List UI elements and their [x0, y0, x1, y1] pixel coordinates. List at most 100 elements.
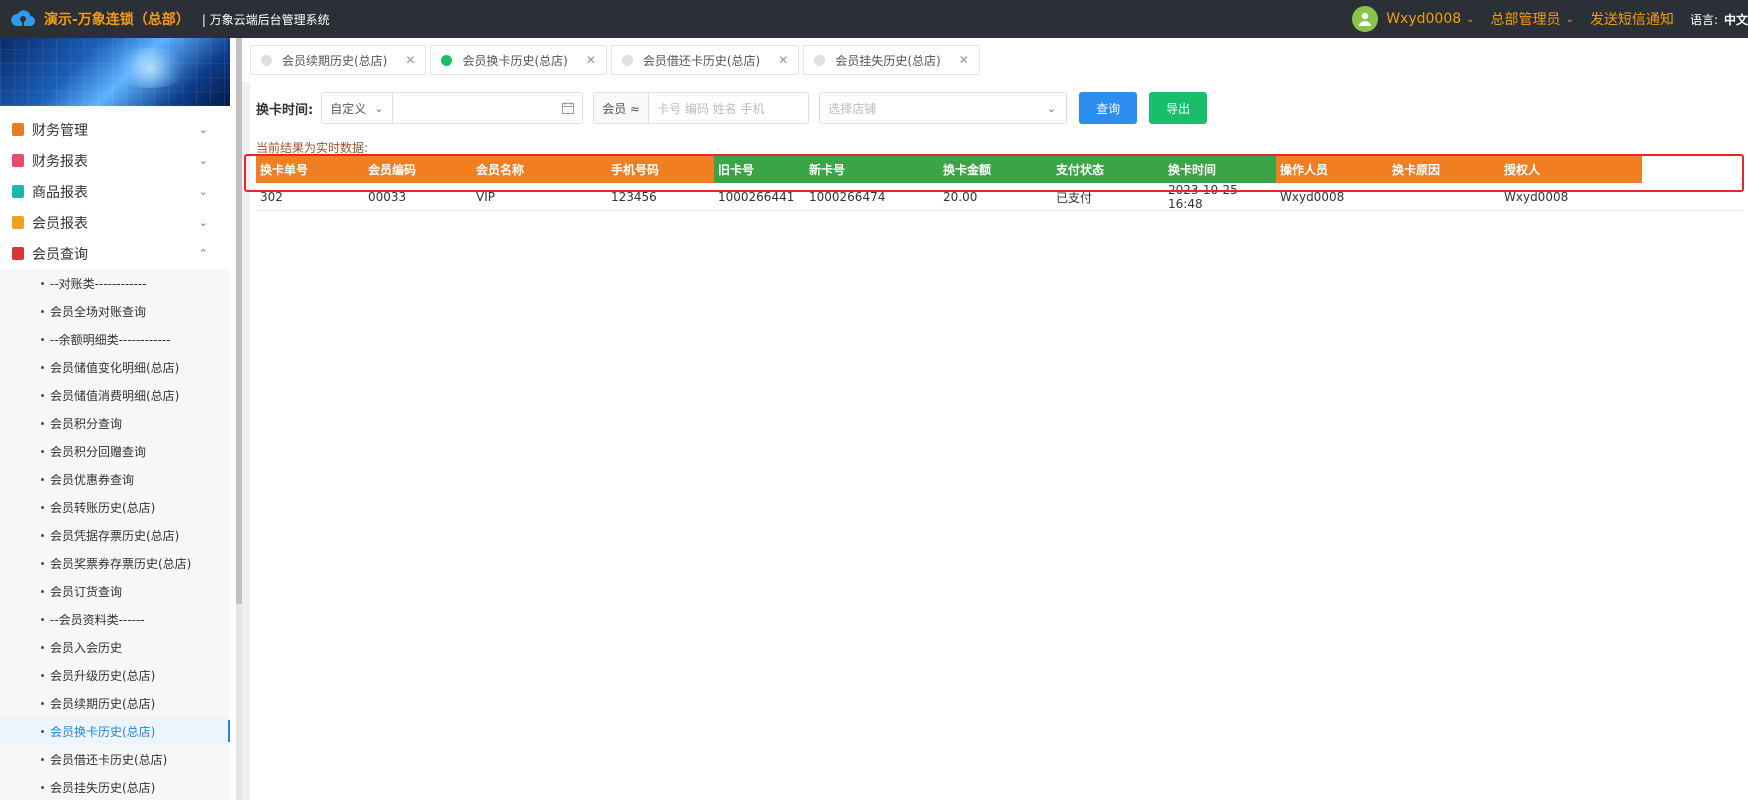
sidebar-subitem-label: 会员升级历史(总店) — [50, 668, 156, 683]
sidebar-subitem-label: 会员优惠券查询 — [50, 472, 135, 487]
menu-group-icon — [12, 123, 24, 136]
user-menu[interactable]: Wxyd0008 ⌄ — [1386, 11, 1474, 27]
sidebar-subitem[interactable]: --余额明细类------------ — [0, 325, 230, 353]
sidebar-subitem[interactable]: 会员升级历史(总店) — [0, 661, 230, 689]
sidebar-subitem-label: 会员订货查询 — [50, 584, 123, 599]
table-cell: 20.00 — [943, 190, 978, 204]
column-header[interactable]: 旧卡号 — [714, 155, 805, 183]
sidebar-subitem[interactable]: 会员积分查询 — [0, 409, 230, 437]
date-range-input[interactable] — [393, 92, 584, 124]
sidebar-group[interactable]: 会员查询 ⌃ — [0, 238, 230, 269]
range-type-select[interactable]: 自定义 ⌄ — [321, 92, 394, 124]
cloud-logo-icon — [8, 4, 38, 34]
user-avatar-icon[interactable] — [1352, 6, 1379, 32]
member-match-select[interactable]: 会员 ≈ — [593, 92, 650, 124]
realtime-notice: 当前结果为实时数据: — [256, 141, 369, 155]
column-header[interactable]: 换卡原因 — [1388, 155, 1500, 183]
table-row[interactable]: 302 00033 VIP 123456 1000266441 1000266474 20.… — [256, 183, 1742, 211]
export-button[interactable]: 导出 — [1149, 92, 1208, 124]
column-header[interactable]: 支付状态 — [1052, 155, 1164, 183]
column-header[interactable]: 新卡号 — [805, 155, 939, 183]
sidebar-subitem[interactable]: 会员入会历史 — [0, 633, 230, 661]
table-body: 302 00033 VIP 123456 1000266441 1000266474 20.… — [256, 183, 1742, 211]
sidebar-subitem-label: 会员积分回赠查询 — [50, 444, 147, 459]
chevron-down-icon: ⌄ — [374, 101, 384, 115]
column-header[interactable]: 会员编码 — [364, 155, 472, 183]
column-header[interactable]: 会员名称 — [472, 155, 607, 183]
top-bar: 演示-万象连锁（总部） | 万象云端后台管理系统 Wxyd0008 ⌄ 总部管理… — [0, 0, 1748, 38]
sidebar-subitem[interactable]: 会员积分回赠查询 — [0, 437, 230, 465]
member-search-placeholder: 卡号 编码 姓名 手机 — [657, 101, 765, 116]
menu-group-icon — [12, 247, 24, 260]
filter-label: 换卡时间: — [256, 102, 314, 118]
sidebar-subitem-label: 会员奖票券存票历史(总店) — [50, 556, 192, 571]
sidebar-subitem-label: --对账类------------ — [50, 276, 147, 291]
column-header[interactable]: 换卡金额 — [939, 155, 1052, 183]
chevron-up-icon: ⌃ — [198, 247, 208, 260]
tab-bar: 会员续期历史(总店) ✕ 会员换卡历史(总店) ✕ 会员借还卡历史(总店) ✕ 会员挂失历史… — [242, 38, 1748, 82]
sidebar-scrollbar[interactable] — [236, 38, 242, 800]
sidebar-subitem[interactable]: 会员优惠券查询 — [0, 465, 230, 493]
column-header[interactable]: 授权人 — [1500, 155, 1642, 183]
tab-label: 会员借还卡历史(总店) — [642, 53, 761, 68]
role-menu[interactable]: 总部管理员 ⌄ — [1491, 9, 1574, 29]
query-button[interactable]: 查询 — [1079, 92, 1138, 124]
menu-group-icon — [12, 185, 24, 198]
sidebar-group[interactable]: 财务管理 ⌄ — [0, 114, 230, 145]
sidebar-subitem[interactable]: 会员储值变化明细(总店) — [0, 353, 230, 381]
store-select[interactable]: 选择店铺 ⌄ — [819, 92, 1068, 124]
tab-status-dot-icon — [261, 54, 272, 66]
sidebar-subitem[interactable]: 会员挂失历史(总店) — [0, 773, 230, 800]
column-header[interactable]: 手机号码 — [607, 155, 714, 183]
table-cell: 2023-10-25 16:48 — [1168, 183, 1238, 211]
user-name: Wxyd0008 — [1386, 11, 1462, 27]
system-name: | 万象云端后台管理系统 — [201, 12, 330, 27]
sidebar-subitem[interactable]: 会员全场对账查询 — [0, 297, 230, 325]
table-cell: 00033 — [368, 190, 407, 204]
store-select-placeholder: 选择店铺 — [828, 101, 877, 116]
page-tab[interactable]: 会员借还卡历史(总店) ✕ — [610, 45, 800, 75]
sidebar-subitem[interactable]: 会员借还卡历史(总店) — [0, 745, 230, 773]
column-header[interactable]: 换卡单号 — [256, 155, 364, 183]
sidebar-group[interactable]: 商品报表 ⌄ — [0, 176, 230, 207]
sidebar-subitem-label: 会员储值消费明细(总店) — [50, 388, 180, 403]
sms-link[interactable]: 发送短信通知 — [1590, 9, 1674, 29]
sidebar-subitem[interactable]: 会员订货查询 — [0, 577, 230, 605]
close-icon[interactable]: ✕ — [405, 53, 415, 67]
chevron-down-icon: ⌄ — [198, 123, 208, 136]
close-icon[interactable]: ✕ — [586, 53, 596, 67]
sidebar-subitem[interactable]: 会员储值消费明细(总店) — [0, 381, 230, 409]
role-name: 总部管理员 — [1490, 12, 1561, 28]
sidebar-subitem[interactable]: 会员转账历史(总店) — [0, 493, 230, 521]
member-match-label: 会员 ≈ — [602, 101, 641, 116]
language-switch[interactable]: 语言: 中文 — [1690, 11, 1748, 28]
column-header[interactable]: 操作人员 — [1276, 155, 1388, 183]
table-cell: 123456 — [611, 190, 657, 204]
close-icon[interactable]: ✕ — [778, 53, 788, 67]
sidebar-subitem[interactable]: 会员换卡历史(总店) — [0, 717, 230, 745]
sidebar-group[interactable]: 会员报表 ⌄ — [0, 207, 230, 238]
page-tab[interactable]: 会员换卡历史(总店) ✕ — [430, 45, 607, 75]
sms-label: 发送短信通知 — [1589, 12, 1674, 28]
card-change-table: 换卡单号 会员编码 会员名称 手机号码 旧卡号 新卡号 换卡金额 支付状态 换卡时间 操作人员 换卡… — [256, 155, 1742, 211]
sidebar-subitem[interactable]: 会员奖票券存票历史(总店) — [0, 549, 230, 577]
language-label: 语言: — [1689, 12, 1718, 27]
close-icon[interactable]: ✕ — [959, 53, 969, 67]
sidebar-group-label: 会员查询 — [32, 246, 88, 263]
sidebar-subitem-label: 会员凭据存票历史(总店) — [50, 528, 180, 543]
table-cell — [1388, 183, 1500, 211]
sidebar-subitem-label: --余额明细类------------ — [50, 332, 171, 347]
sidebar-subitem[interactable]: 会员凭据存票历史(总店) — [0, 521, 230, 549]
member-search-input[interactable]: 卡号 编码 姓名 手机 — [649, 92, 810, 124]
page-tab[interactable]: 会员挂失历史(总店) ✕ — [803, 45, 980, 75]
scrollbar-thumb[interactable] — [236, 38, 242, 604]
sidebar-group[interactable]: 财务报表 ⌄ — [0, 145, 230, 176]
sidebar-group-label: 财务报表 — [32, 153, 88, 170]
sidebar-subitem[interactable]: --对账类------------ — [0, 269, 230, 297]
sidebar-subitem[interactable]: --会员资料类------ — [0, 605, 230, 633]
table-cell: VIP — [476, 190, 495, 204]
menu-group-icon — [12, 216, 24, 229]
page-tab[interactable]: 会员续期历史(总店) ✕ — [250, 45, 427, 75]
sidebar-subitem[interactable]: 会员续期历史(总店) — [0, 689, 230, 717]
column-header[interactable]: 换卡时间 — [1164, 155, 1276, 183]
